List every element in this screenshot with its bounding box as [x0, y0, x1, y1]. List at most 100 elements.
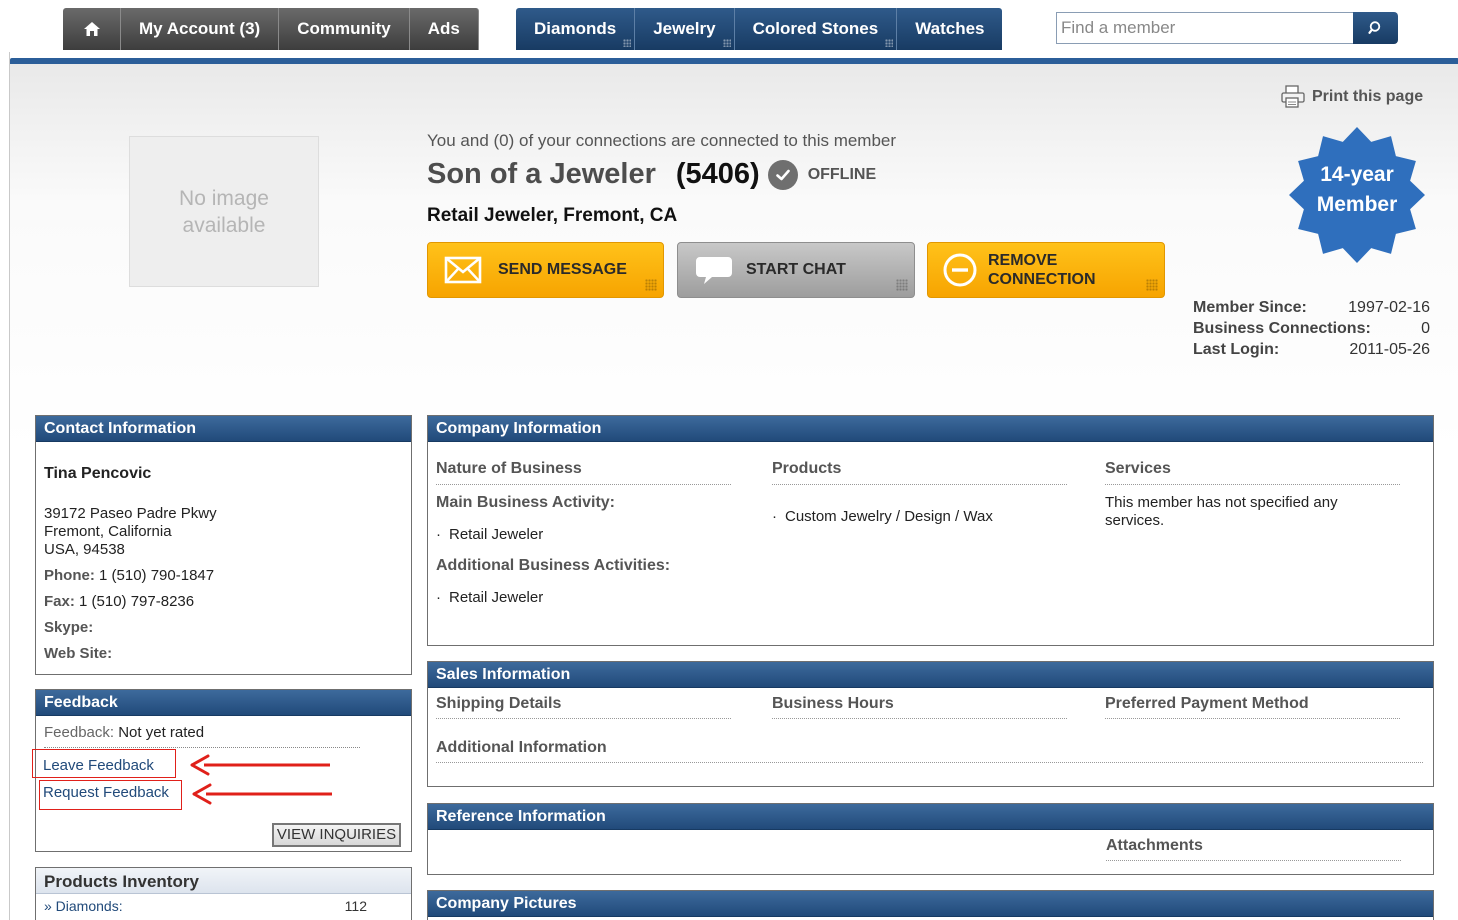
search-input[interactable]: [1056, 12, 1354, 44]
arrow-left-icon: [192, 783, 332, 805]
print-label: Print this page: [1312, 88, 1424, 105]
feedback-label: Feedback:: [44, 724, 115, 741]
reference-title: Reference Information: [428, 804, 1433, 830]
envelope-icon: [444, 256, 482, 284]
address-line: USA, 94538: [44, 541, 125, 558]
contact-title: Contact Information: [36, 416, 411, 442]
tab-colored-stones-label: Colored Stones: [752, 19, 879, 38]
stat-value: 1997-02-16: [1348, 299, 1430, 316]
send-message-button[interactable]: SEND MESSAGE: [427, 242, 664, 298]
stat-last-login: Last Login: 2011-05-26: [1193, 339, 1430, 360]
member-photo-placeholder: No image available: [129, 136, 319, 287]
account-tabs: My Account (3) Community Ads: [63, 8, 479, 50]
contact-fax: Fax: 1 (510) 797-8236: [44, 593, 403, 611]
contact-website: Web Site:: [44, 645, 403, 663]
services-column: Services This member has not specified a…: [1105, 460, 1400, 530]
products-heading: Products: [772, 460, 1067, 485]
member-feedback-count: (5406): [675, 158, 760, 190]
contact-information-box: Contact Information Tina Pencovic 39172 …: [35, 415, 412, 675]
stat-member-since: Member Since: 1997-02-16: [1193, 297, 1430, 318]
home-tab[interactable]: [63, 8, 121, 50]
tab-jewelry[interactable]: Jewelry: [635, 8, 735, 50]
additional-activity-item: Retail Jeweler: [436, 589, 731, 606]
contact-name: Tina Pencovic: [44, 465, 152, 482]
address-line: 39172 Paseo Padre Pkwy: [44, 505, 217, 522]
main-activity-item: Retail Jeweler: [436, 526, 731, 543]
tab-diamonds[interactable]: Diamonds: [516, 8, 636, 50]
tab-watches-label: Watches: [915, 19, 985, 38]
top-navigation: My Account (3) Community Ads Diamonds Je…: [0, 0, 1458, 56]
status-text: OFFLINE: [807, 165, 877, 183]
website-label: Web Site:: [44, 645, 113, 662]
minus-circle-icon: [943, 253, 977, 287]
offline-check-icon: [767, 159, 798, 190]
tab-diamonds-label: Diamonds: [534, 19, 617, 38]
grip-icon: [885, 39, 894, 47]
stat-label: Last Login:: [1193, 341, 1280, 358]
request-feedback-link[interactable]: Request Feedback: [39, 780, 182, 810]
fax-value: 1 (510) 797-8236: [79, 593, 195, 610]
view-inquiries-button[interactable]: VIEW INQUIRIES: [272, 823, 401, 847]
phone-label: Phone:: [44, 567, 95, 584]
arrow-left-icon: [190, 754, 330, 776]
member-search: [1056, 12, 1398, 44]
reference-information-box: Reference Information Attachments: [427, 803, 1434, 875]
business-hours-heading: Business Hours: [772, 695, 1067, 719]
grip-icon: [896, 279, 908, 291]
grip-icon: [722, 39, 731, 47]
remove-connection-button[interactable]: REMOVE CONNECTION: [927, 242, 1165, 298]
nature-heading: Nature of Business: [436, 460, 731, 485]
sales-title: Sales Information: [428, 662, 1433, 688]
tab-jewelry-label: Jewelry: [653, 19, 716, 38]
stat-business-connections: Business Connections: 0: [1193, 318, 1430, 339]
tab-colored-stones[interactable]: Colored Stones: [734, 8, 898, 50]
phone-value: 1 (510) 790-1847: [99, 567, 215, 584]
company-pictures-box: Company Pictures: [427, 890, 1434, 920]
tab-community[interactable]: Community: [279, 8, 410, 50]
connections-info: You and (0) of your connections are conn…: [427, 131, 897, 150]
search-button[interactable]: [1353, 12, 1398, 44]
category-tabs: Diamonds Jewelry Colored Stones Watches: [516, 8, 1003, 50]
member-stats: Member Since: 1997-02-16 Business Connec…: [1193, 297, 1430, 360]
printer-icon: [1281, 85, 1305, 108]
attachments-heading: Attachments: [1106, 837, 1401, 861]
badge-line2: Member: [1316, 193, 1398, 216]
stat-value: 2011-05-26: [1349, 341, 1430, 358]
company-information-box: Company Information Nature of Business M…: [427, 415, 1434, 646]
contact-phone: Phone: 1 (510) 790-1847: [44, 567, 403, 585]
additional-info-heading: Additional Information: [436, 739, 1423, 763]
inventory-item[interactable]: » Diamonds: 112: [36, 894, 411, 914]
grip-icon: [1146, 279, 1158, 291]
stat-value: 0: [1421, 320, 1430, 337]
search-icon: [1367, 21, 1380, 34]
product-item: Custom Jewelry / Design / Wax: [772, 508, 1067, 525]
shipping-heading: Shipping Details: [436, 695, 731, 719]
member-name: Son of a Jeweler: [427, 158, 656, 190]
tab-watches[interactable]: Watches: [897, 8, 1003, 50]
pictures-title: Company Pictures: [428, 891, 1433, 917]
no-image-text: No image available: [179, 186, 269, 237]
stat-label: Business Connections:: [1193, 320, 1371, 337]
start-chat-button[interactable]: START CHAT: [677, 242, 915, 298]
contact-address: 39172 Paseo Padre Pkwy Fremont, Californ…: [44, 505, 403, 559]
chat-bubble-icon: [696, 257, 732, 284]
products-column: Products Custom Jewelry / Design / Wax: [772, 460, 1067, 525]
feedback-value: Not yet rated: [118, 724, 205, 741]
print-link[interactable]: Print this page: [1280, 85, 1423, 109]
inventory-label: » Diamonds:: [44, 898, 123, 914]
tab-ads[interactable]: Ads: [409, 8, 479, 50]
products-inventory-box: Products Inventory » Diamonds: 112: [35, 867, 412, 920]
leave-feedback-link[interactable]: Leave Feedback: [32, 749, 176, 778]
nature-column: Nature of Business Main Business Activit…: [436, 460, 731, 606]
send-message-label: SEND MESSAGE: [498, 261, 627, 278]
member-subtitle: Retail Jeweler, Fremont, CA: [427, 205, 678, 226]
contact-skype: Skype:: [44, 619, 403, 637]
inventory-count: 112: [344, 898, 367, 914]
services-text: This member has not specified any servic…: [1105, 494, 1338, 529]
start-chat-label: START CHAT: [746, 261, 846, 278]
stat-label: Member Since:: [1193, 299, 1307, 316]
remove-label-line2: CONNECTION: [988, 271, 1096, 288]
main-activity-heading: Main Business Activity:: [436, 494, 616, 511]
feedback-title: Feedback: [36, 690, 411, 716]
tab-my-account[interactable]: My Account (3): [121, 8, 280, 50]
